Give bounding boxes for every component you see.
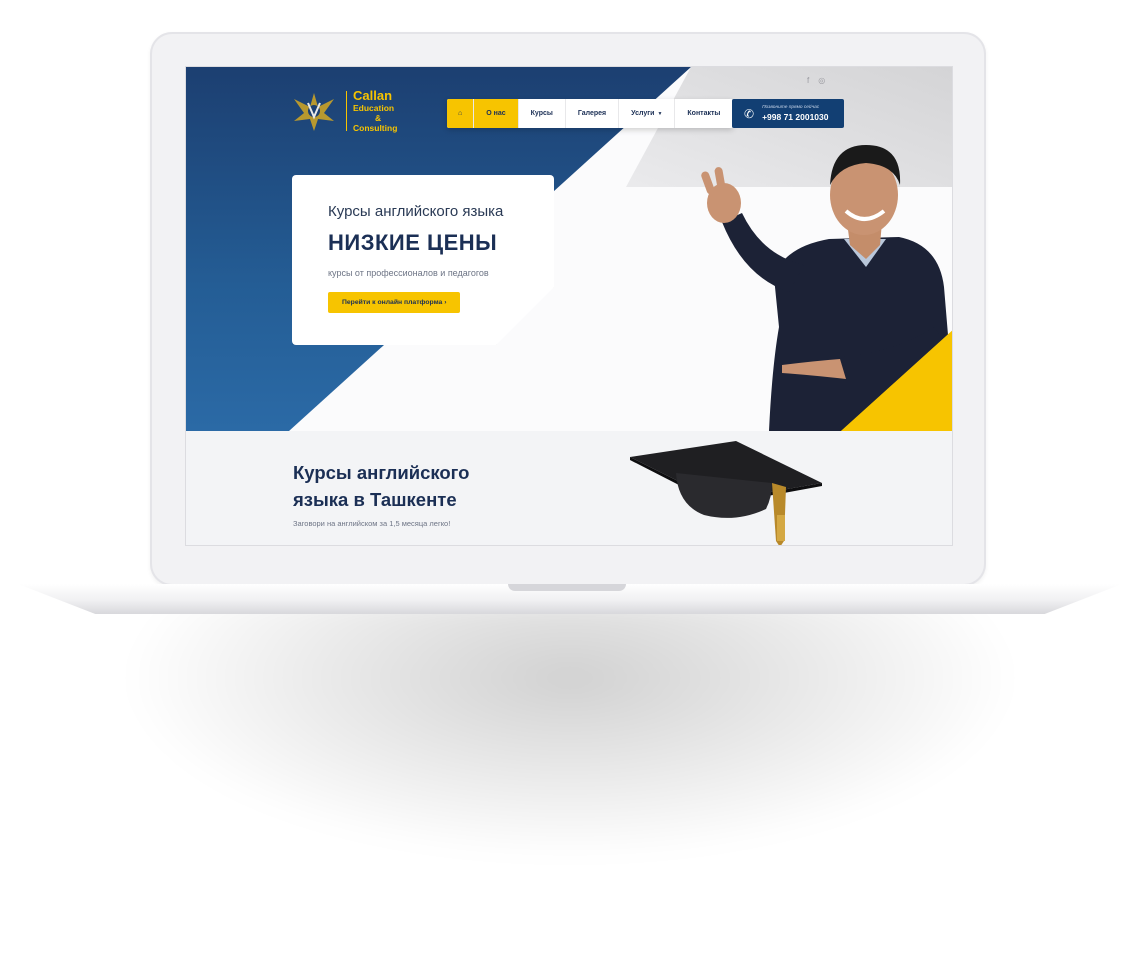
brand-line-1: Callan xyxy=(353,88,393,103)
hero-text: курсы от профессионалов и педагогов xyxy=(328,268,489,278)
hero-section: Callan Education & Consulting f ◎ ⌂ О на… xyxy=(186,67,952,431)
brand-name: Callan Education & Consulting xyxy=(353,88,398,134)
laptop-notch xyxy=(508,584,626,591)
caret-down-icon: ▼ xyxy=(657,110,663,117)
logo-divider xyxy=(346,91,347,131)
laptop-screen: Callan Education & Consulting f ◎ ⌂ О на… xyxy=(185,66,953,546)
nav-gallery-label: Галерея xyxy=(577,110,607,117)
nav-contacts[interactable]: Контакты xyxy=(675,99,734,128)
social-links: f ◎ xyxy=(807,76,825,85)
nav-courses-label: Курсы xyxy=(530,110,553,117)
section-title-line-2: языка в Ташкенте xyxy=(293,489,457,510)
call-button[interactable]: ✆ Позвоните прямо сейчас +998 71 2001030 xyxy=(732,99,844,128)
home-icon: ⌂ xyxy=(458,110,463,117)
nav-courses[interactable]: Курсы xyxy=(519,99,566,128)
facebook-icon[interactable]: f xyxy=(807,76,809,85)
section-title-line-1: Курсы английского xyxy=(293,462,470,483)
call-number: +998 71 2001030 xyxy=(762,112,829,122)
nav-about-label: О нас xyxy=(486,110,506,117)
phone-icon: ✆ xyxy=(744,106,755,121)
nav-services-label: Услуги xyxy=(631,110,655,117)
call-label: Позвоните прямо сейчас xyxy=(762,105,820,110)
courses-section: Курсы английского языка в Ташкенте Загов… xyxy=(186,431,952,545)
online-platform-button[interactable]: Перейти к онлайн платформа › xyxy=(328,292,461,313)
brand-line-4: Consulting xyxy=(353,123,398,133)
nav-gallery[interactable]: Галерея xyxy=(566,99,620,128)
nav-contacts-label: Контакты xyxy=(687,110,721,117)
nav-about[interactable]: О нас xyxy=(474,99,519,128)
nav-home[interactable]: ⌂ xyxy=(447,99,475,128)
brand-line-3: & xyxy=(375,113,382,123)
brand-logo[interactable]: Callan Education & Consulting xyxy=(290,87,397,135)
hero-title: НИЗКИЕ ЦЕНЫ xyxy=(328,230,498,255)
instagram-icon[interactable]: ◎ xyxy=(818,76,825,85)
laptop-shadow xyxy=(120,600,1020,860)
hero-subtitle: Курсы английского языка xyxy=(328,203,504,220)
graduation-cap-icon xyxy=(630,441,822,545)
brand-line-2: Education xyxy=(353,103,395,113)
phoenix-logo-icon xyxy=(294,93,334,131)
hero-card: Курсы английского языка НИЗКИЕ ЦЕНЫ курс… xyxy=(292,175,554,345)
nav-services[interactable]: Услуги ▼ xyxy=(619,99,676,128)
section-title: Курсы английского языка в Ташкенте xyxy=(293,459,553,513)
section-subtitle: Заговори на английском за 1,5 месяца лег… xyxy=(293,519,451,528)
main-nav: ⌂ О нас Курсы Галерея Услуги ▼ Контакты xyxy=(447,99,734,128)
chevron-right-icon: › xyxy=(444,299,447,306)
online-platform-button-label: Перейти к онлайн платформа xyxy=(342,299,443,306)
